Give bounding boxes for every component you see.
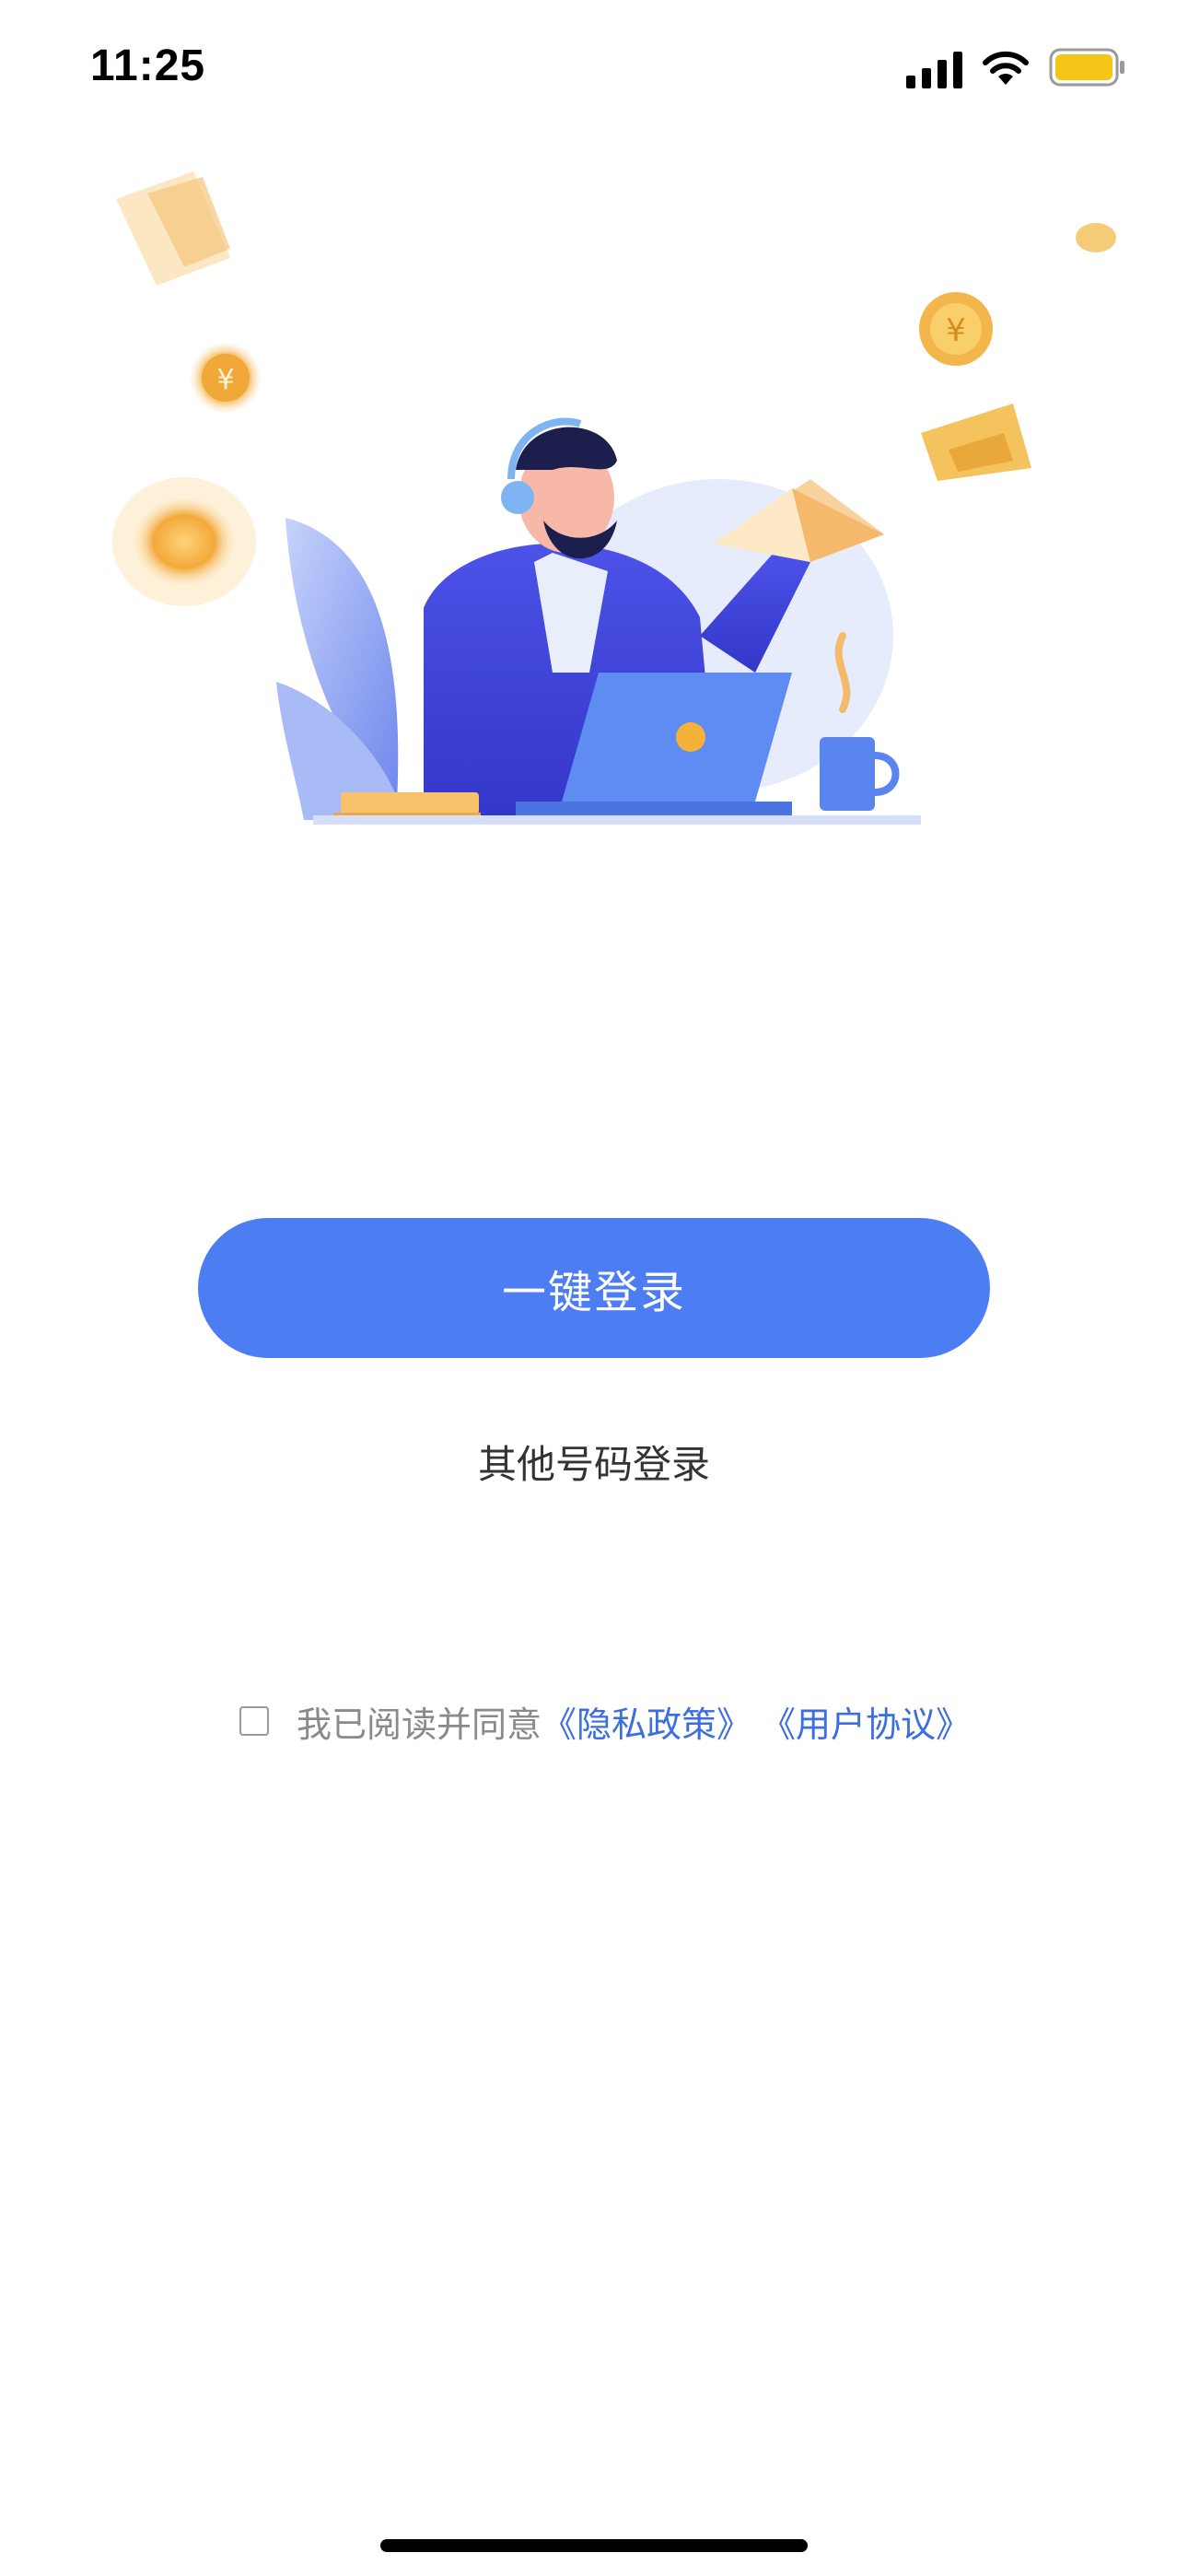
user-agreement-link[interactable]: 《用户协议》 <box>761 1696 971 1747</box>
status-time: 11:25 <box>90 41 206 90</box>
home-indicator <box>380 2539 808 2552</box>
hero-illustration: ¥ ¥ <box>112 171 1116 825</box>
svg-text:¥: ¥ <box>946 312 966 349</box>
agreement-prefix: 我已阅读并同意 <box>297 1704 542 1745</box>
battery-icon <box>1049 48 1124 87</box>
agreement-row: 我已阅读并同意 《隐私政策》 《用户协议》 <box>239 1693 971 1749</box>
other-number-login-link[interactable]: 其他号码登录 <box>0 1434 1188 1490</box>
wifi-icon <box>983 51 1029 85</box>
one-click-login-button[interactable]: 一键登录 <box>198 1218 990 1358</box>
signal-icon <box>906 52 962 88</box>
svg-text:¥: ¥ <box>216 364 234 396</box>
login-screen: 11:25 ¥ ¥ 一键登录 其他号码登录 我已阅读并同意 《隐私政策》 《用户… <box>0 0 1188 2576</box>
status-icons <box>906 48 1136 92</box>
agreement-checkbox[interactable] <box>239 1706 269 1736</box>
status-bar: 11:25 <box>0 0 1188 138</box>
privacy-policy-link[interactable]: 《隐私政策》 <box>542 1696 751 1747</box>
